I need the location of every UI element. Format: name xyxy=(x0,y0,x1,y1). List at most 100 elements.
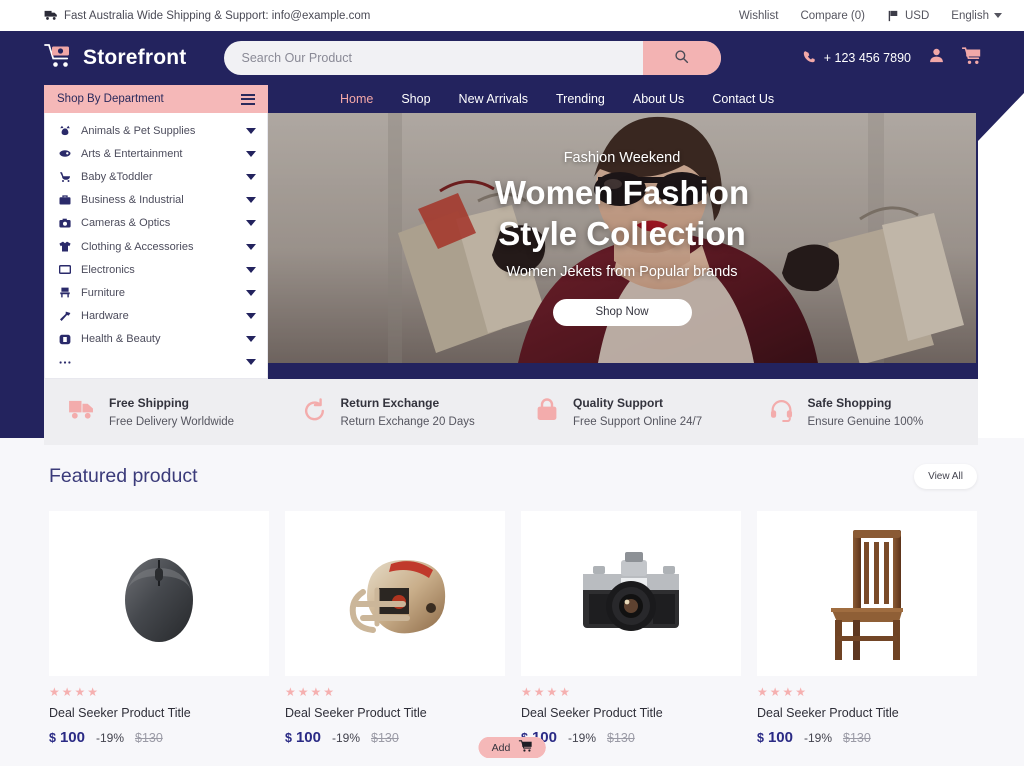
headset-icon xyxy=(769,398,794,427)
search-button[interactable] xyxy=(642,41,721,75)
wooden-chair-image xyxy=(831,529,903,660)
department-label: Electronics xyxy=(81,263,135,276)
search-input[interactable] xyxy=(223,41,643,75)
original-price: $130 xyxy=(135,731,163,745)
department-label: Furniture xyxy=(81,286,126,299)
chevron-down-icon xyxy=(246,173,256,180)
return-icon xyxy=(302,397,327,427)
service-subtitle: Return Exchange 20 Days xyxy=(340,416,475,429)
department-label: Business & Industrial xyxy=(81,194,184,207)
shopping-cart-icon[interactable] xyxy=(961,46,982,70)
shop-by-department-button[interactable]: Shop By Department xyxy=(44,85,268,113)
department-item-electronics[interactable]: Electronics xyxy=(45,258,267,281)
art-icon xyxy=(58,149,71,158)
hammer-icon xyxy=(58,311,71,322)
department-item-business-industrial[interactable]: Business & Industrial xyxy=(45,189,267,212)
football-helmet-image xyxy=(349,559,445,633)
hero-title-line2: Style Collection xyxy=(498,214,746,252)
department-label: Health & Beauty xyxy=(81,333,161,346)
hero-section-row: Animals & Pet Supplies Arts & Entertainm… xyxy=(0,113,1024,380)
compare-link[interactable]: Compare (0) xyxy=(800,10,865,22)
original-price: $130 xyxy=(371,731,399,745)
department-item-arts-entertainment[interactable]: Arts & Entertainment xyxy=(45,142,267,165)
service-subtitle: Ensure Genuine 100% xyxy=(807,416,924,429)
service-subtitle: Free Support Online 24/7 xyxy=(573,416,703,429)
nav-item-shop[interactable]: Shop xyxy=(401,92,430,106)
product-card[interactable]: Add ★★★★ Deal Seeker Product Title $ 100… xyxy=(478,511,741,758)
chevron-down-icon xyxy=(246,336,256,343)
price-currency: $ xyxy=(49,731,56,745)
nav-item-contact-us[interactable]: Contact Us xyxy=(712,92,774,106)
rating-stars: ★ ★ ★ ★ xyxy=(285,685,335,699)
monitor-icon xyxy=(58,264,71,275)
hero-title-line1: Women Fashion xyxy=(494,174,750,212)
main-nav: Home Shop New Arrivals Trending About Us… xyxy=(268,85,774,113)
service-title: Quality Support xyxy=(573,396,663,411)
product-title: Deal Seeker Product Title xyxy=(285,706,427,720)
nav-item-new-arrivals[interactable]: New Arrivals xyxy=(459,92,528,106)
price-currency: $ xyxy=(757,731,764,745)
chevron-down-icon xyxy=(246,289,256,296)
truck-icon xyxy=(44,10,57,21)
flag-icon xyxy=(887,10,900,22)
current-price: 100 xyxy=(59,729,85,746)
service-title: Safe Shopping xyxy=(807,396,892,411)
chevron-down-icon xyxy=(246,243,256,250)
department-item-clothing-accessories[interactable]: Clothing & Accessories xyxy=(45,235,267,258)
cart-add-icon xyxy=(518,740,532,755)
product-card[interactable]: Add ★★★★ Deal Seeker Product Title $ 100… xyxy=(285,511,546,758)
add-to-cart-button[interactable]: Add xyxy=(478,737,546,758)
department-item-cameras-optics[interactable]: Cameras & Optics xyxy=(45,212,267,235)
current-price: 100 xyxy=(767,729,793,746)
ellipsis-icon xyxy=(58,360,71,365)
service-free-shipping: Free Shipping Free Delivery Worldwide xyxy=(44,396,278,428)
current-price: 100 xyxy=(295,729,321,746)
shop-now-button[interactable]: Shop Now xyxy=(552,298,692,326)
hero-subtitle: Women Jekets from Popular brands xyxy=(506,263,738,280)
nav-item-trending[interactable]: Trending xyxy=(556,92,605,106)
original-price: $130 xyxy=(607,731,635,745)
hero-kicker: Fashion Weekend xyxy=(563,150,681,167)
department-item-hardware[interactable]: Hardware xyxy=(45,305,267,328)
header-actions: + 123 456 7890 xyxy=(803,46,1024,70)
product-card[interactable]: Add ★★★★ Deal Seeker Product Title $ 100… xyxy=(478,511,977,758)
product-grid: Add ★★★★ Deal Seeker Product Title $ 100… xyxy=(49,511,977,758)
header-region: Storefront + 123 456 7890 xyxy=(0,31,1024,446)
product-card[interactable]: Add ★★★★ Deal Seeker Product Title $ 100… xyxy=(49,511,546,758)
chevron-down-icon xyxy=(246,150,256,157)
product-price-row: $ 100 -19% $130 xyxy=(285,729,505,746)
wishlist-link[interactable]: Wishlist xyxy=(739,10,779,22)
camera-icon xyxy=(58,218,71,228)
department-label: Clothing & Accessories xyxy=(81,240,194,253)
site-logo[interactable]: Storefront xyxy=(44,43,187,74)
nav-item-about-us[interactable]: About Us xyxy=(633,92,684,106)
hamburger-menu-icon xyxy=(241,93,255,105)
user-account-icon[interactable] xyxy=(928,47,945,69)
department-item-animals-pet-supplies[interactable]: Animals & Pet Supplies xyxy=(45,119,267,142)
product-image-container xyxy=(757,511,977,676)
chevron-down-icon xyxy=(994,13,1002,18)
currency-selector[interactable]: USD xyxy=(887,10,929,22)
department-label: Arts & Entertainment xyxy=(81,147,183,160)
language-selector[interactable]: English xyxy=(951,10,1002,22)
currency-label: USD xyxy=(905,9,930,22)
department-item-health-beauty[interactable]: Health & Beauty xyxy=(45,328,267,351)
service-safe-shopping: Safe Shopping Ensure Genuine 100% xyxy=(745,396,979,428)
page-title: Featured product xyxy=(49,465,198,487)
phone-contact[interactable]: + 123 456 7890 xyxy=(803,50,911,66)
logo-text: Storefront xyxy=(83,46,187,69)
product-image-container xyxy=(521,511,741,676)
product-title: Deal Seeker Product Title xyxy=(521,706,663,720)
department-label: Animals & Pet Supplies xyxy=(81,124,196,137)
department-item-more[interactable]: ... xyxy=(45,351,267,374)
department-item-baby-toddler[interactable]: Baby &Toddler xyxy=(45,165,267,188)
product-price-row: $ 100 -19% $130 xyxy=(521,729,741,746)
nav-item-home[interactable]: Home xyxy=(340,92,373,106)
price-currency: $ xyxy=(285,731,292,745)
language-label: English xyxy=(951,9,989,22)
pet-icon xyxy=(58,125,71,136)
department-item-furniture[interactable]: Furniture xyxy=(45,281,267,304)
discount-badge: -19% xyxy=(95,731,124,745)
view-all-button[interactable]: View All xyxy=(914,464,977,489)
featured-header: Featured product View All xyxy=(49,464,977,489)
